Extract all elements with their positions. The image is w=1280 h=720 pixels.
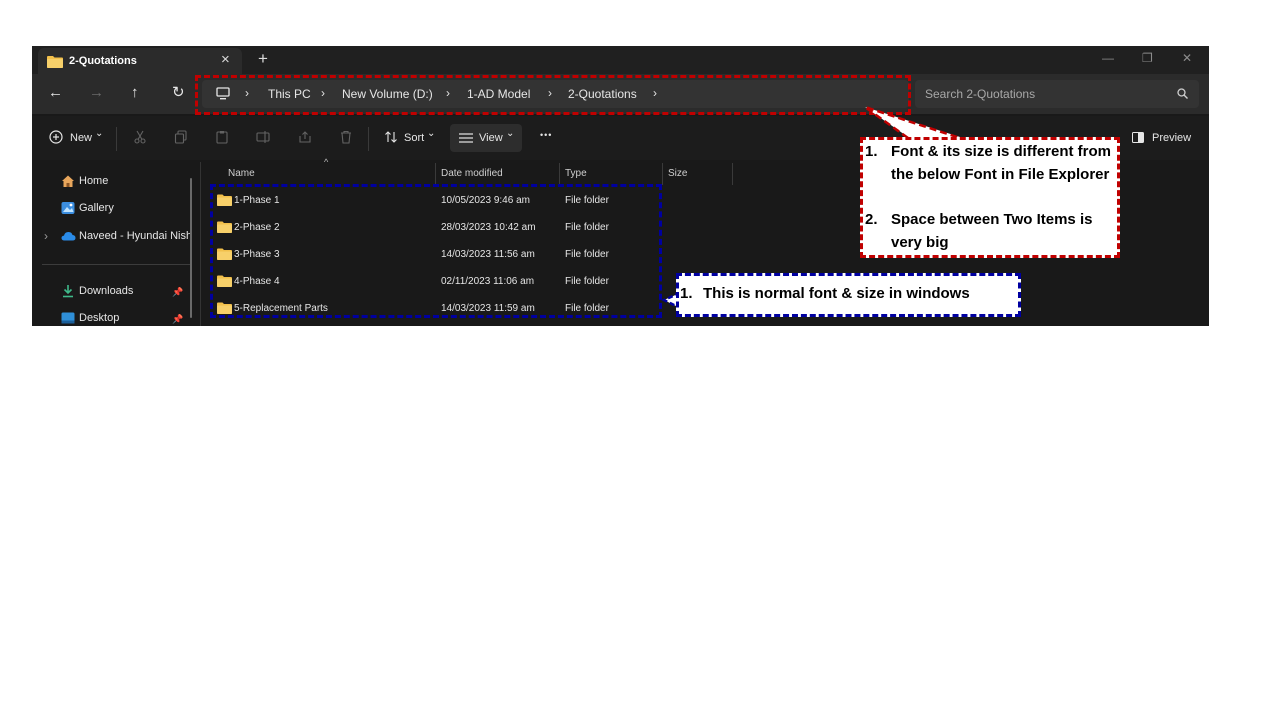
column-header-date-modified[interactable]: Date modified (441, 168, 503, 179)
view-button[interactable]: View ⌄ (450, 124, 522, 152)
search-placeholder: Search 2-Quotations (925, 87, 1036, 101)
refresh-icon[interactable]: ↻ (172, 84, 185, 102)
expand-chevron-icon[interactable]: › (44, 229, 48, 243)
callout-number: 1. (865, 143, 878, 160)
up-icon[interactable]: ↑ (131, 84, 139, 102)
divider (116, 127, 117, 151)
window-close-icon[interactable]: ✕ (1182, 51, 1192, 65)
column-header-type[interactable]: Type (565, 168, 587, 179)
tab-close-icon[interactable]: × (221, 51, 230, 68)
column-separator[interactable] (559, 163, 560, 185)
divider (368, 127, 369, 151)
view-label: View (479, 132, 503, 144)
preview-button[interactable]: Preview (1152, 132, 1191, 144)
tab-2-quotations[interactable]: 2-Quotations × (38, 48, 242, 74)
nav-scrollbar[interactable] (190, 178, 192, 318)
callout-number: 2. (865, 211, 878, 228)
callout-line: This is normal font & size in windows (703, 285, 970, 302)
tab-title: 2-Quotations (69, 55, 137, 67)
nav-item-label: Gallery (79, 202, 114, 214)
callout-number: 1. (680, 285, 693, 302)
nav-item-label: Home (79, 175, 109, 187)
search-input[interactable]: Search 2-Quotations (915, 80, 1199, 108)
column-separator[interactable] (662, 163, 663, 185)
sort-button[interactable]: Sort (404, 132, 424, 144)
blue-highlight-box (210, 184, 662, 318)
new-plus-icon (49, 130, 63, 144)
pin-icon[interactable]: 📌 (172, 287, 183, 298)
search-icon (1177, 88, 1188, 99)
home-icon (62, 175, 74, 187)
nav-item-label: Downloads (79, 285, 134, 297)
onedrive-cloud-icon (61, 232, 76, 241)
download-icon (63, 285, 73, 298)
nav-item-label: Naveed - Hyundai Nish (79, 230, 193, 242)
view-list-icon (459, 133, 473, 143)
blue-callout-text: 1. This is normal font & size in windows (680, 284, 1016, 306)
delete-icon[interactable] (339, 130, 353, 144)
minimize-icon[interactable]: — (1102, 51, 1114, 65)
column-separator[interactable] (435, 163, 436, 185)
paste-icon[interactable] (215, 130, 229, 144)
cut-icon[interactable] (133, 130, 147, 144)
callout-line: Space between Two Items is very big (891, 211, 1093, 251)
folder-icon (47, 56, 63, 68)
pin-icon[interactable]: 📌 (172, 314, 183, 325)
nav-divider (42, 264, 192, 265)
copy-icon[interactable] (174, 130, 188, 144)
rename-icon[interactable] (256, 130, 270, 144)
maximize-icon[interactable]: ❐ (1142, 51, 1153, 65)
preview-pane-icon (1132, 132, 1144, 143)
sort-chevron-down-icon: ⌄ (427, 128, 436, 139)
new-chevron-down-icon: ⌄ (95, 128, 104, 139)
red-highlight-box (195, 75, 911, 115)
callout-line: Font & its size is different from the be… (891, 143, 1112, 183)
desktop-icon (61, 312, 75, 324)
new-button[interactable]: New (70, 132, 92, 144)
column-header-name[interactable]: Name (228, 168, 255, 179)
pane-splitter[interactable] (200, 162, 201, 326)
back-icon[interactable]: ← (48, 84, 63, 102)
title-bar: 2-Quotations × + — ❐ ✕ (32, 46, 1209, 74)
forward-icon[interactable]: → (89, 84, 104, 102)
nav-item-label: Desktop (79, 312, 120, 324)
navigation-pane: Home Gallery › Naveed - Hyundai Nish Dow… (32, 162, 200, 326)
share-icon[interactable] (298, 130, 312, 144)
new-tab-icon[interactable]: + (258, 49, 268, 69)
sort-ascending-icon: ^ (324, 157, 329, 167)
view-chevron-down-icon: ⌄ (506, 128, 515, 139)
gallery-icon (61, 202, 75, 214)
sort-icon (385, 131, 397, 143)
more-options-icon[interactable]: ••• (540, 130, 552, 140)
column-separator[interactable] (732, 163, 733, 185)
column-header-size[interactable]: Size (668, 168, 687, 179)
red-callout-text: 1. Font & its size is different from the… (865, 141, 1115, 255)
